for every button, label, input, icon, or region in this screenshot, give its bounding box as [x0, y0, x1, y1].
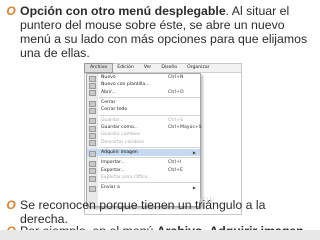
menu-organizar[interactable]: Organizar [182, 64, 214, 72]
menu-item-shortcut: Ctrl+S [168, 117, 183, 123]
menu-item[interactable]: Guardar cambios [87, 131, 200, 139]
menu-item[interactable]: Adquirir imagen ▶ [87, 149, 200, 157]
menu-item-icon [89, 186, 96, 193]
menu-item-icon [89, 90, 96, 97]
menu-items: Nuevo Ctrl+N Nuevo con plantilla... Abrir..… [87, 74, 202, 193]
menu-item[interactable]: Importar... Ctrl+I [87, 159, 200, 168]
menu-separator [99, 182, 200, 184]
menu-item-shortcut: Ctrl+I [168, 160, 182, 166]
menu-item[interactable]: Cerrar todo [87, 106, 200, 114]
menu-item[interactable]: Enviar a ▶ [87, 184, 200, 193]
menu-separator [99, 97, 200, 99]
menu-item-shortcut: Ctrl+Mayús+S [168, 125, 202, 131]
menu-item[interactable]: Nuevo con plantilla... [87, 81, 200, 89]
menu-archivo[interactable]: Archivo [83, 63, 114, 73]
menu-item-label: Importar... [101, 160, 125, 166]
slide-footer-bar [0, 230, 320, 240]
menu-item-shortcut: Ctrl+E [168, 167, 183, 173]
menu-item-icon [89, 140, 96, 147]
menu-item-shortcut: Ctrl+N [168, 75, 184, 80]
menu-item[interactable]: Abrir... Ctrl+O [87, 89, 200, 97]
menu-item[interactable]: Descartar cambios [87, 139, 200, 147]
bullet-opcion-submenu: O Opción con otro menú desplegable. Al s… [6, 4, 314, 60]
menu-item[interactable]: Cerrar [87, 99, 200, 107]
menu-item-label: Exportar... [101, 167, 125, 173]
menu-item-label: Guardar cambios [101, 132, 141, 138]
bullet-bold-text: Opción con otro menú desplegable [20, 4, 226, 18]
menu-item-label: Guardar como... [101, 125, 139, 131]
submenu-arrow-icon: ▶ [192, 150, 196, 156]
submenu-arrow-icon: ▶ [192, 185, 196, 191]
menu-item-label: Descartar cambios [101, 139, 145, 145]
bullet-text: Opción con otro menú desplegable. Al sit… [20, 4, 314, 60]
bullet-triangulo: O Se reconocen porque tienen un triángul… [6, 198, 314, 226]
bullet-mark: O [6, 4, 16, 18]
menu-separator [99, 157, 200, 159]
menu-item[interactable]: Guardar como... Ctrl+Mayús+S [87, 124, 202, 132]
menu-item[interactable]: Nuevo Ctrl+N [87, 74, 200, 82]
menu-item-label: Abrir... [101, 89, 117, 95]
bullet-mark: O [6, 198, 16, 212]
menu-separator [99, 147, 200, 149]
menu-item-icon [89, 107, 96, 114]
menu-item-label: Exportar para Office... [101, 175, 152, 181]
menu-item-label: Nuevo [101, 75, 116, 80]
menu-item-label: Cerrar [101, 100, 116, 106]
menu-item-label: Guardar... [101, 117, 124, 123]
menu-diseno[interactable]: Diseño [156, 64, 182, 72]
embedded-screenshot: Archivo Edición Ver Diseño Organizar Nue… [83, 63, 242, 215]
menu-item-label: Nuevo con plantilla... [101, 82, 150, 88]
menu-item-label: Enviar a [101, 185, 120, 191]
menu-edicion[interactable]: Edición [112, 64, 139, 72]
menu-bar: Archivo Edición Ver Diseño Organizar [83, 63, 241, 73]
menu-item[interactable]: Exportar para Office... [87, 174, 200, 182]
menu-item-icon [89, 175, 96, 182]
menu-item-label: Cerrar todo [101, 107, 128, 113]
menu-item[interactable]: Guardar... Ctrl+S [87, 117, 200, 125]
menu-item-icon [89, 150, 96, 157]
menu-item-label: Adquirir imagen [101, 150, 138, 156]
bullet-text: Se reconocen porque tienen un triángulo … [20, 198, 266, 226]
menu-item[interactable]: Exportar... Ctrl+E [87, 167, 200, 175]
menu-ver[interactable]: Ver [139, 64, 157, 72]
menu-item-shortcut: Ctrl+O [168, 89, 184, 95]
menu-separator [99, 114, 200, 116]
archivo-dropdown: Nuevo Ctrl+N Nuevo con plantilla... Abrir..… [86, 73, 202, 207]
